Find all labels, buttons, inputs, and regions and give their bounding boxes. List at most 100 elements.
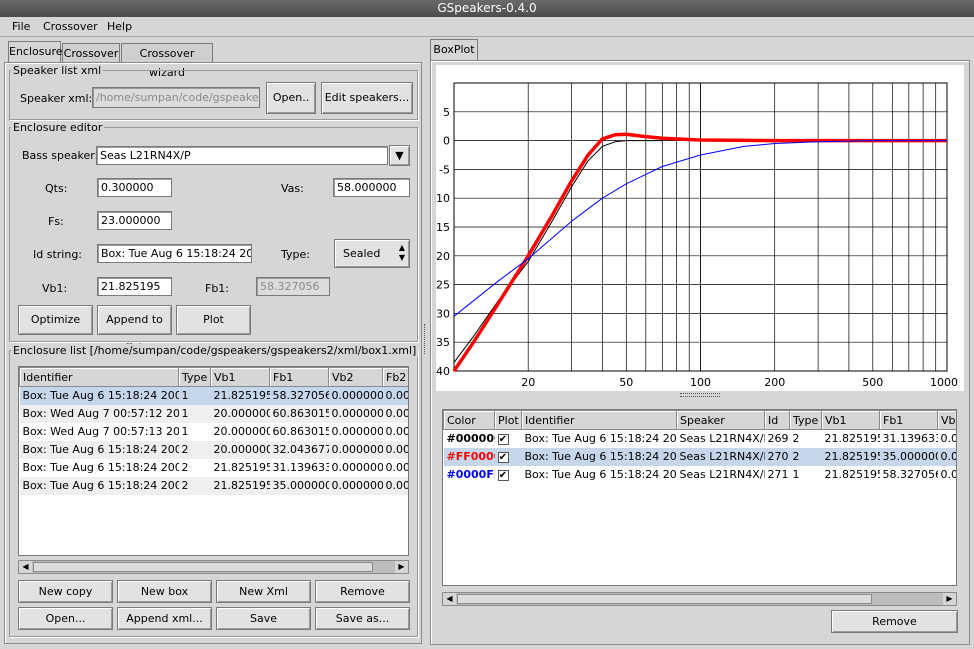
fs-field[interactable]: 23.000000 [97, 211, 172, 230]
speaker-xml-path-value: /home/sumpan/code/gspeakers/gspe [96, 91, 259, 104]
col-type[interactable]: Type [178, 367, 211, 387]
col-plot-identifier[interactable]: Identifier [521, 410, 677, 430]
table-cell: 0.0 [940, 432, 957, 446]
table-cell: 0.000 [385, 425, 409, 438]
plot-list-hscrollbar[interactable]: ◀ ▶ [442, 592, 957, 606]
col-fb2[interactable]: Fb2 [382, 367, 408, 387]
append-xml-button[interactable]: Append xml... [117, 607, 212, 630]
enclosure-list-table[interactable]: Identifier Type Vb1 Fb1 Vb2 Fb2 Box: Tue… [18, 366, 409, 556]
enclosure-list-hscroll-thumb[interactable] [33, 562, 373, 572]
bass-speaker-combo-field[interactable]: Seas L21RN4X/P [96, 146, 388, 165]
col-vb2[interactable]: Vb2 [328, 367, 383, 387]
qts-value: 0.300000 [101, 181, 154, 194]
qts-field[interactable]: 0.300000 [97, 178, 172, 197]
tab-crossover-wizard[interactable]: Crossover wizard [121, 43, 213, 79]
plot-button[interactable]: Plot [176, 305, 251, 335]
x-tick-label: 100 [690, 376, 711, 389]
new-xml-button[interactable]: New Xml [216, 580, 311, 603]
table-cell: 20.000000 [213, 425, 270, 438]
table-row[interactable]: Box: Tue Aug 6 15:18:24 2002 1 21.825195 58… [19, 386, 408, 405]
vas-field[interactable]: 58.000000 [333, 178, 410, 197]
col-id[interactable]: Id [764, 410, 790, 430]
col-color[interactable]: Color [443, 410, 495, 430]
tab-boxplot[interactable]: BoxPlot [430, 39, 478, 61]
speaker-open-button[interactable]: Open.. [266, 82, 316, 114]
table-cell: 58.327056 [269, 386, 329, 405]
enclosure-list-hscrollbar[interactable]: ◀ ▶ [18, 560, 409, 574]
col-identifier[interactable]: Identifier [19, 367, 179, 387]
table-row[interactable]: #0000FF✔ Box: Tue Aug 6 15:18:24 2002Seas… [444, 466, 956, 484]
edit-speakers-button[interactable]: Edit speakers... [321, 82, 413, 114]
table-row[interactable]: #FF0000✔ Box: Tue Aug 6 15:18:24 2002Seas… [443, 447, 956, 466]
scroll-right-icon[interactable]: ▶ [943, 593, 956, 605]
menu-crossover[interactable]: Crossover [43, 20, 98, 33]
optimize-button[interactable]: Optimize [18, 305, 93, 335]
remove-box-button[interactable]: Remove [315, 580, 410, 603]
table-cell: Box: Tue Aug 6 15:18:24 2002 [22, 461, 179, 474]
col-plot[interactable]: Plot [494, 410, 522, 430]
tab-crossover[interactable]: Crossover [62, 43, 120, 63]
col-speaker[interactable]: Speaker [676, 410, 765, 430]
plot-checkbox[interactable]: ✔ [494, 447, 522, 466]
append-xml-label: Append xml... [126, 612, 203, 625]
col-plot-type[interactable]: Type [789, 410, 822, 430]
scroll-left-icon[interactable]: ◀ [443, 593, 456, 605]
plot-label: Plot [203, 313, 224, 326]
col-plot-vb2[interactable]: Vb2 [937, 410, 956, 430]
open-xml-button[interactable]: Open... [18, 607, 113, 630]
speaker-xml-path-field[interactable]: /home/sumpan/code/gspeakers/gspe [92, 87, 260, 108]
save-as-button[interactable]: Save as... [315, 607, 410, 630]
col-plot-fb1[interactable]: Fb1 [879, 410, 938, 430]
table-cell: 0.000000 [331, 425, 383, 438]
menu-help[interactable]: Help [107, 20, 132, 33]
plot-checkbox[interactable]: ✔ [495, 466, 522, 484]
table-cell: Box: Tue Aug 6 15:18:24 2002 [19, 440, 179, 459]
check-icon: ✔ [497, 434, 509, 446]
table-cell: Box: Wed Aug 7 00:57:13 2002 [22, 425, 179, 438]
y-tick-label: -35 [436, 336, 450, 349]
table-cell: Seas L21RN4X/P [679, 432, 765, 446]
bass-speaker-value: Seas L21RN4X/P [100, 149, 191, 162]
menu-file[interactable]: File [12, 20, 30, 33]
window-title-bar[interactable]: GSpeakers-0.4.0 [0, 0, 974, 17]
pane-splitter-handle[interactable] [424, 324, 428, 354]
scroll-left-icon[interactable]: ◀ [19, 561, 32, 573]
table-row[interactable]: Box: Wed Aug 7 00:57:12 2002 1 20.000000 60… [19, 404, 408, 423]
table-cell: Seas L21RN4X/P [676, 447, 765, 466]
append-to-list-button[interactable]: Append to list [97, 305, 172, 354]
table-cell: 1 [792, 468, 800, 481]
speaker-open-label: Open.. [272, 91, 310, 104]
save-button[interactable]: Save [216, 607, 311, 630]
col-fb1[interactable]: Fb1 [269, 367, 329, 387]
enclosure-list-header: Identifier Type Vb1 Fb1 Vb2 Fb2 [19, 367, 408, 387]
col-vb1[interactable]: Vb1 [210, 367, 270, 387]
plot-checkbox[interactable]: ✔ [495, 430, 522, 448]
new-box-button[interactable]: New box [117, 580, 212, 603]
new-copy-button[interactable]: New copy [18, 580, 113, 603]
table-cell: 1 [178, 386, 211, 405]
bass-speaker-dropdown-button[interactable]: ▼ [389, 145, 410, 166]
table-row[interactable]: Box: Tue Aug 6 15:18:24 2002 2 21.825195 35… [19, 476, 408, 495]
type-select[interactable]: Sealed ▲ ▼ [334, 239, 410, 268]
table-cell: 0.000000 [328, 386, 383, 405]
id-string-label: Id string: [33, 248, 83, 261]
table-cell: 60.863015 [269, 404, 329, 423]
tab-enclosure[interactable]: Enclosure [8, 41, 63, 63]
table-cell: 0.0 [937, 447, 956, 466]
scroll-right-icon[interactable]: ▶ [395, 561, 408, 573]
table-row[interactable]: Box: Wed Aug 7 00:57:13 2002 1 20.000000 60… [20, 423, 409, 441]
table-row[interactable]: Box: Tue Aug 6 15:18:24 2002 2 21.825195 31… [20, 459, 409, 477]
plot-list-table[interactable]: Color Plot Identifier Speaker Id Type Vb… [442, 409, 957, 586]
table-cell: Box: Tue Aug 6 15:18:24 2002 [524, 468, 677, 481]
table-row[interactable]: #000000✔ Box: Tue Aug 6 15:18:24 2002Seas… [444, 430, 957, 448]
remove-plot-button[interactable]: Remove [831, 610, 958, 633]
table-row[interactable]: Box: Tue Aug 6 15:18:24 2002 2 20.000000 32… [19, 440, 408, 459]
boxplot-svg: 50-5-10-15-20-25-30-35-40205010020050010… [432, 82, 958, 389]
table-cell: 20.000000 [210, 404, 270, 423]
id-string-field[interactable]: Box: Tue Aug 6 15:18:24 2002 [97, 244, 252, 263]
plot-list-hscroll-thumb[interactable] [457, 594, 872, 604]
col-plot-vb1[interactable]: Vb1 [821, 410, 880, 430]
vb1-field[interactable]: 21.825195 [97, 277, 172, 296]
save-label: Save [249, 612, 277, 625]
vertical-splitter-handle[interactable] [680, 393, 720, 397]
